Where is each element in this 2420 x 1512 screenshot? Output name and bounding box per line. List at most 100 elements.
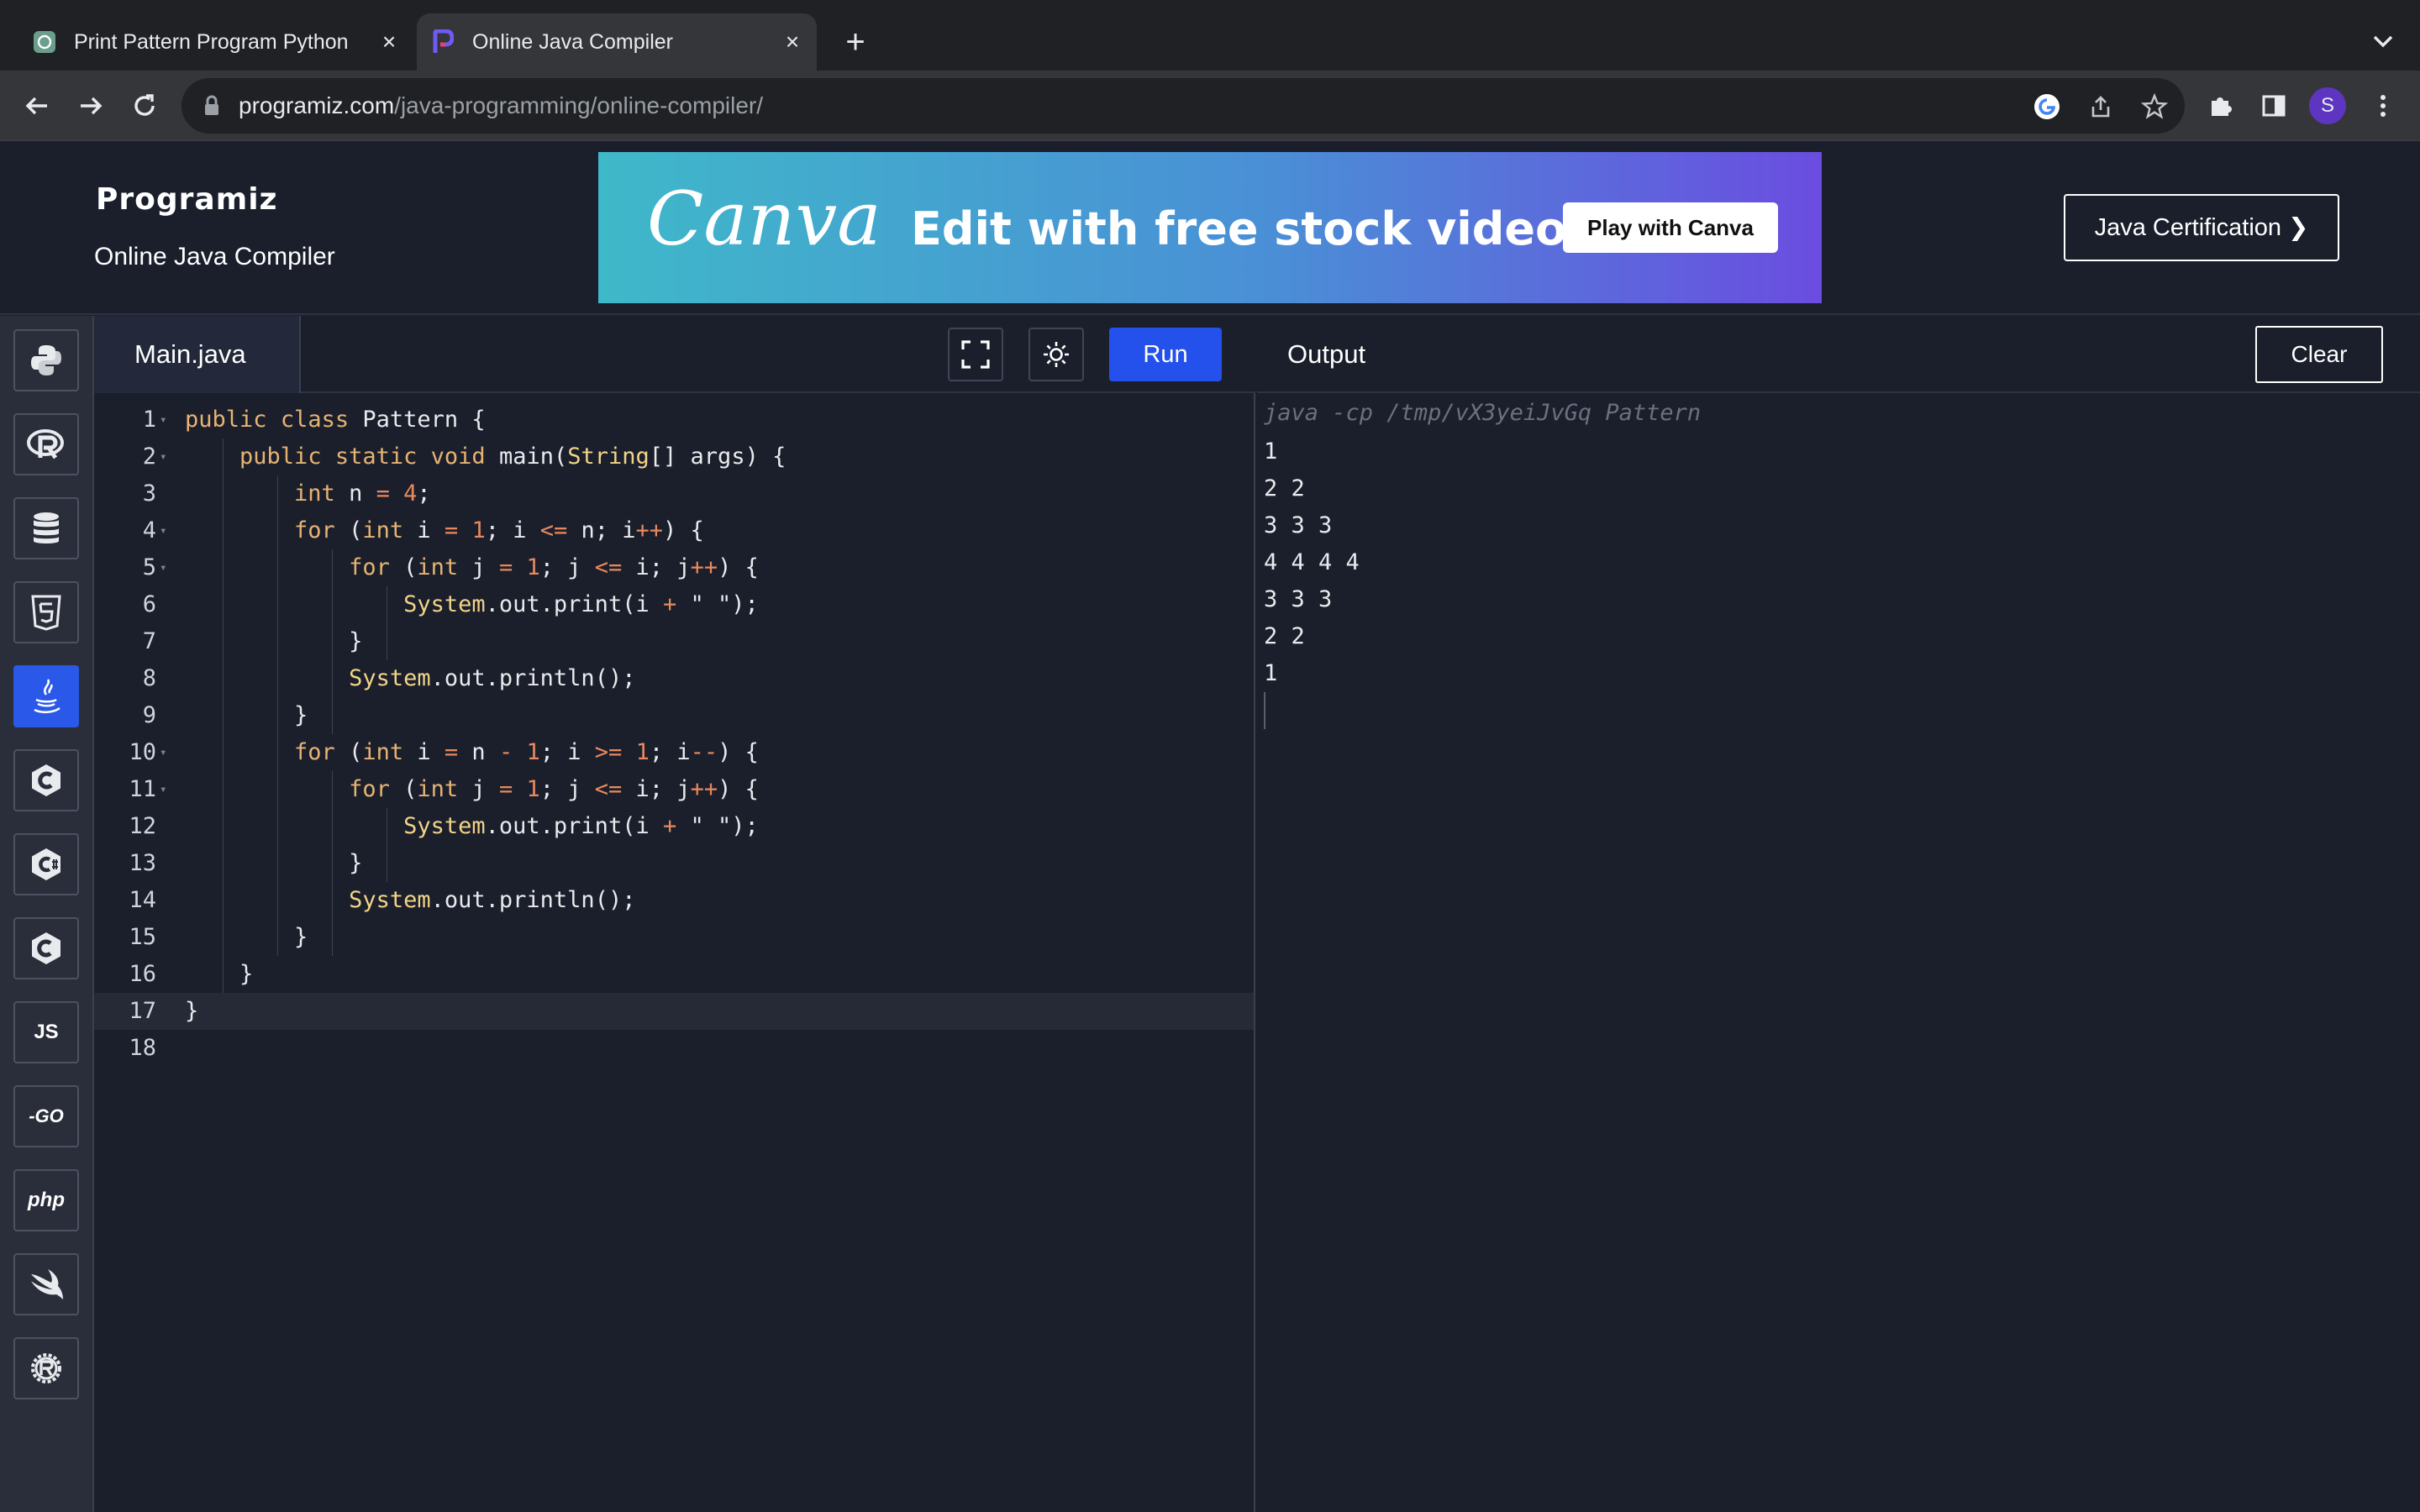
browser-tab-2[interactable]: Online Java Compiler × [417,13,817,71]
line-number: 11 [129,776,156,802]
reload-icon[interactable] [126,87,163,124]
google-icon[interactable] [2032,92,2062,122]
forward-arrow-icon[interactable] [72,87,109,124]
fullscreen-button[interactable] [948,328,1003,381]
fold-arrow-icon[interactable]: ▾ [160,734,171,771]
rust-icon[interactable] [13,1337,79,1399]
fold-arrow-icon[interactable]: ▾ [160,438,171,475]
output-line: 1 [1264,438,1278,465]
code-line[interactable]: 13 } [94,845,1254,882]
lock-icon[interactable] [198,92,225,119]
javascript-icon[interactable]: JS [13,1001,79,1063]
close-tab-icon[interactable]: × [376,29,402,55]
chevron-down-icon[interactable] [2368,25,2398,59]
line-number: 18 [129,1035,156,1061]
side-panel-icon[interactable] [2255,87,2292,124]
line-number: 5 [142,554,156,580]
address-bar[interactable]: programiz.com/java-programming/online-co… [182,78,2185,134]
file-tab-main-java[interactable]: Main.java [94,316,301,393]
line-number: 17 [129,998,156,1024]
ad-play-button[interactable]: Play with Canva [1563,202,1778,253]
chatgpt-icon [32,29,57,55]
code-line[interactable]: 7 } [94,623,1254,660]
sql-icon[interactable] [13,497,79,559]
terminal-cursor[interactable] [1264,692,1265,729]
python-icon[interactable] [13,329,79,391]
php-label: php [28,1189,65,1211]
new-tab-button[interactable]: + [839,25,872,59]
url-text: programiz.com/java-programming/online-co… [239,92,763,119]
indent-guide [332,771,333,956]
csharp-icon[interactable] [13,833,79,895]
line-number: 9 [142,702,156,728]
code-text: public static void main(String[] args) { [239,444,786,470]
code-line[interactable]: 18 [94,1030,1254,1067]
output-line: 2 2 [1264,623,1305,649]
code-line[interactable]: 1 ▾ public class Pattern { [94,402,1254,438]
close-tab-icon[interactable]: × [780,29,805,55]
browser-tab-1[interactable]: Print Pattern Program Python × [18,13,413,71]
browser-menu-icon[interactable] [2365,87,2402,124]
fold-arrow-icon[interactable]: ▾ [160,402,171,438]
code-text: } [185,702,308,728]
line-number: 4 [142,517,156,543]
bookmark-star-icon[interactable] [2139,92,2170,122]
run-button[interactable]: Run [1109,328,1222,381]
fold-arrow-icon[interactable]: ▾ [160,771,171,808]
code-line[interactable]: 9 } [94,697,1254,734]
code-text: for (int j = 1; j <= i; j++) { [349,776,759,802]
code-line[interactable]: 3 int n = 4; [94,475,1254,512]
code-line[interactable]: 12 System.out.print(i + " "); [94,808,1254,845]
extensions-puzzle-icon[interactable] [2202,87,2238,124]
line-number: 15 [129,924,156,950]
fold-arrow-icon[interactable]: ▾ [160,549,171,586]
code-text: } [185,998,199,1024]
code-line[interactable]: 14 System.out.println(); [94,882,1254,919]
code-text: System.out.println(); [349,887,636,913]
canva-ad-banner[interactable]: Canva Edit with free stock videos Play w… [598,152,1822,303]
fold-arrow-icon[interactable]: ▾ [160,512,171,549]
output-header: Output Clear [1257,316,2420,393]
output-line: 1 [1264,660,1278,686]
c-icon[interactable] [13,749,79,811]
go-icon[interactable]: -GO [13,1085,79,1147]
theme-toggle-button[interactable] [1028,328,1084,381]
ad-brand: Canva [647,176,881,262]
code-line[interactable]: 8 System.out.println(); [94,660,1254,697]
ad-tagline: Edit with free stock videos [911,202,1594,255]
swift-icon[interactable] [13,1253,79,1315]
html5-icon[interactable] [13,581,79,643]
code-line[interactable]: 10 ▾ for (int i = n - 1; i >= 1; i--) { [94,734,1254,771]
java-icon[interactable] [13,665,79,727]
output-line: 3 3 3 [1264,586,1333,612]
code-line[interactable]: 17} [94,993,1254,1030]
code-line[interactable]: 2 ▾ public static void main(String[] args… [94,438,1254,475]
share-icon[interactable] [2086,92,2116,122]
line-number: 7 [142,628,156,654]
output-line: 2 2 [1264,475,1305,501]
java-certification-button[interactable]: Java Certification ❯ [2064,194,2339,261]
line-number: 3 [142,480,156,507]
clear-button[interactable]: Clear [2255,326,2383,383]
back-arrow-icon[interactable] [18,87,55,124]
code-line[interactable]: 11 ▾ for (int j = 1; j <= i; j++) { [94,771,1254,808]
code-text: for (int i = n - 1; i >= 1; i--) { [294,739,759,765]
code-line[interactable]: 5 ▾ for (int j = 1; j <= i; j++) { [94,549,1254,586]
php-icon[interactable]: php [13,1169,79,1231]
code-line[interactable]: 16 } [94,956,1254,993]
sun-icon [1041,339,1071,370]
line-number: 1 [142,407,156,433]
code-line[interactable]: 4 ▾ for (int i = 1; i <= n; i++) { [94,512,1254,549]
line-number: 2 [142,444,156,470]
code-text: } [185,961,254,987]
code-line[interactable]: 6 System.out.print(i + " "); [94,586,1254,623]
line-number: 8 [142,665,156,691]
profile-avatar[interactable]: S [2309,87,2346,124]
programiz-logo[interactable]: Programiz [96,182,278,217]
r-icon[interactable] [13,413,79,475]
code-text: } [185,628,363,654]
output-title: Output [1287,339,1366,369]
line-number: 10 [129,739,156,765]
code-line[interactable]: 15 } [94,919,1254,956]
cpp-icon[interactable] [13,917,79,979]
